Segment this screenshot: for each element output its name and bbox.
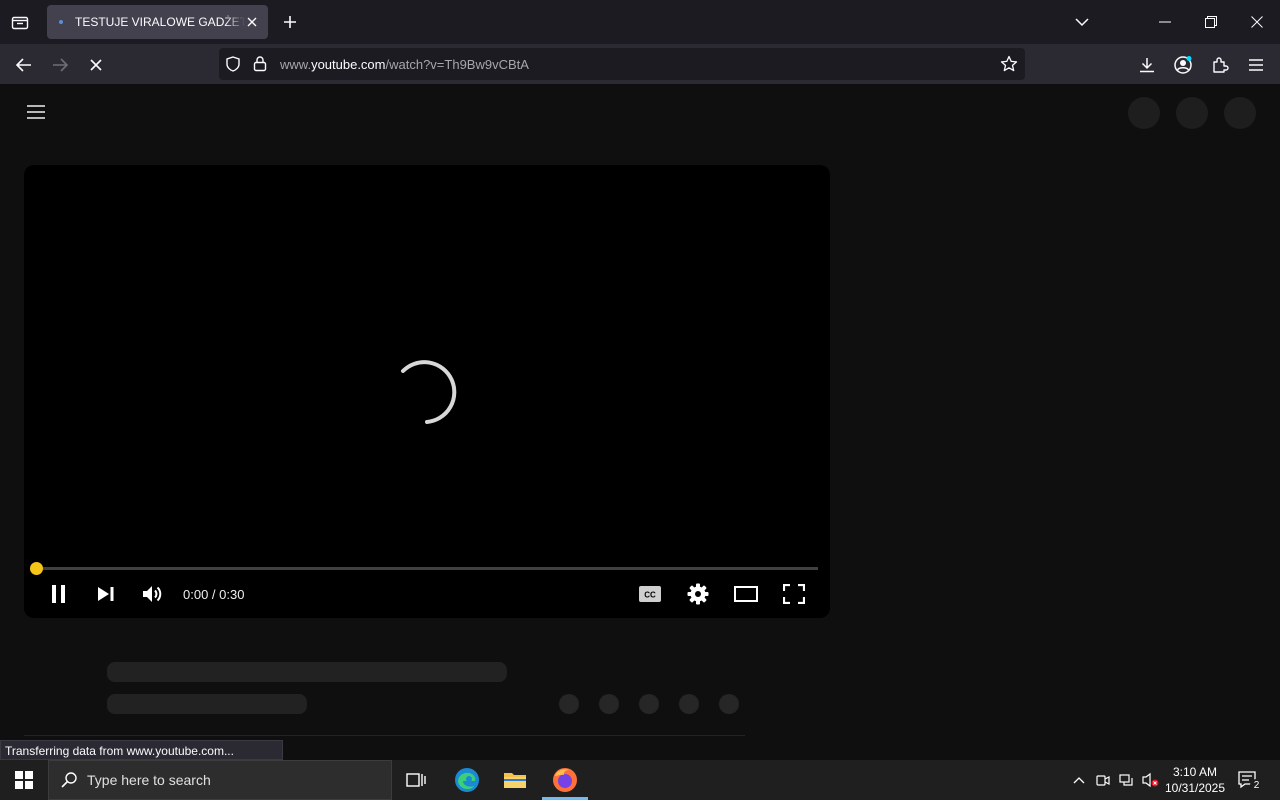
stop-loading-icon[interactable] — [83, 52, 109, 78]
title-placeholder — [107, 662, 507, 682]
search-icon — [61, 772, 77, 788]
header-placeholder-circle — [1224, 97, 1256, 129]
app-menu-icon[interactable] — [1243, 52, 1269, 78]
search-placeholder: Type here to search — [87, 772, 211, 788]
loading-dot-icon — [57, 16, 69, 28]
action-placeholder-circle — [599, 694, 619, 714]
tab-close-icon[interactable] — [244, 14, 260, 30]
file-explorer-folder-icon — [504, 773, 526, 788]
browser-status-bar: Transferring data from www.youtube.com..… — [0, 740, 283, 760]
tracking-protection-shield-icon[interactable] — [225, 56, 241, 77]
forward-arrow-icon[interactable] — [47, 52, 73, 78]
taskbar-clock[interactable]: 3:10 AM 10/31/2025 — [1160, 764, 1230, 796]
active-tab[interactable]: TESTUJE VIRALOWE GADŻETY Z — [47, 5, 268, 39]
start-button[interactable] — [0, 760, 48, 800]
skip-next-icon — [98, 587, 114, 601]
url-host: youtube.com — [311, 57, 386, 72]
extensions-puzzle-icon[interactable] — [1207, 52, 1233, 78]
pause-icon — [52, 585, 65, 603]
tab-title: TESTUJE VIRALOWE GADŻETY Z — [75, 15, 245, 29]
settings-gear-icon — [687, 583, 709, 605]
channel-placeholder — [107, 694, 307, 714]
taskbar-search-box[interactable]: Type here to search — [48, 760, 392, 800]
back-arrow-icon[interactable] — [11, 52, 37, 78]
minimize-icon[interactable] — [1150, 8, 1180, 36]
theater-mode-icon — [734, 586, 758, 602]
task-view-button[interactable] — [392, 760, 440, 800]
mute-button[interactable] — [138, 579, 168, 609]
fullscreen-button[interactable] — [779, 579, 809, 609]
settings-button[interactable] — [683, 579, 713, 609]
windows-logo-icon — [15, 771, 33, 789]
divider — [24, 735, 745, 736]
downloads-icon[interactable] — [1134, 52, 1160, 78]
pause-button[interactable] — [44, 579, 74, 609]
action-placeholder-circle — [679, 694, 699, 714]
close-window-icon[interactable] — [1242, 8, 1272, 36]
theater-mode-button[interactable] — [731, 579, 761, 609]
firefox-icon — [553, 768, 577, 792]
file-explorer-taskbar-button[interactable] — [491, 760, 539, 800]
edge-icon — [455, 768, 479, 792]
url-path: /watch?v=Th9Bw9vCBtA — [385, 57, 529, 72]
clock-time: 3:10 AM — [1172, 765, 1218, 779]
progress-scrubber-handle[interactable] — [30, 562, 43, 575]
progress-bar[interactable] — [36, 567, 818, 570]
network-icon[interactable] — [1117, 770, 1137, 790]
action-placeholder-circle — [559, 694, 579, 714]
closed-captions-icon: CC — [639, 586, 661, 602]
browser-navigation-bar: www.youtube.com/watch?v=Th9Bw9vCBtA — [0, 44, 1280, 84]
clock-date: 10/31/2025 — [1164, 781, 1226, 795]
action-center-button[interactable]: 2 — [1238, 770, 1263, 792]
header-placeholder-circle — [1176, 97, 1208, 129]
time-display: 0:00 / 0:30 — [183, 587, 245, 602]
loading-spinner-icon — [401, 360, 457, 424]
header-placeholder-circle — [1128, 97, 1160, 129]
windows-taskbar: Type here to search 3:10 AM 10/31/2025 2 — [0, 760, 1280, 800]
task-view-icon — [406, 773, 426, 787]
bookmark-star-icon[interactable] — [1000, 55, 1018, 78]
video-player[interactable]: 0:00 / 0:30 CC — [24, 165, 830, 618]
guide-menu-icon[interactable] — [24, 102, 48, 122]
youtube-page: 0:00 / 0:30 CC — [0, 84, 1280, 760]
address-bar[interactable]: www.youtube.com/watch?v=Th9Bw9vCBtA — [219, 48, 1025, 80]
restore-icon[interactable] — [1196, 8, 1226, 36]
url-prefix: www. — [280, 57, 312, 72]
firefox-taskbar-button[interactable] — [541, 760, 589, 800]
show-hidden-icons-chevron-icon[interactable] — [1069, 770, 1089, 790]
next-video-button[interactable] — [91, 579, 121, 609]
action-placeholder-circle — [639, 694, 659, 714]
edge-taskbar-button[interactable] — [443, 760, 491, 800]
lock-icon[interactable] — [253, 55, 267, 77]
url-text[interactable]: www.youtube.com/watch?v=Th9Bw9vCBtA — [280, 57, 529, 72]
firefox-view-icon[interactable] — [8, 10, 32, 34]
action-placeholder-circle — [719, 694, 739, 714]
meet-now-icon[interactable] — [1093, 770, 1113, 790]
list-all-tabs-chevron-icon[interactable] — [1067, 8, 1097, 36]
volume-muted-icon[interactable] — [1141, 770, 1161, 790]
notification-count-badge: 2 — [1250, 779, 1263, 792]
browser-tab-bar: TESTUJE VIRALOWE GADŻETY Z — [0, 0, 1280, 44]
subtitles-button[interactable]: CC — [635, 579, 665, 609]
new-tab-icon[interactable] — [279, 11, 301, 33]
account-icon[interactable] — [1170, 52, 1196, 78]
volume-icon — [143, 586, 162, 602]
fullscreen-icon — [783, 584, 805, 604]
svg-text:CC: CC — [644, 591, 656, 600]
